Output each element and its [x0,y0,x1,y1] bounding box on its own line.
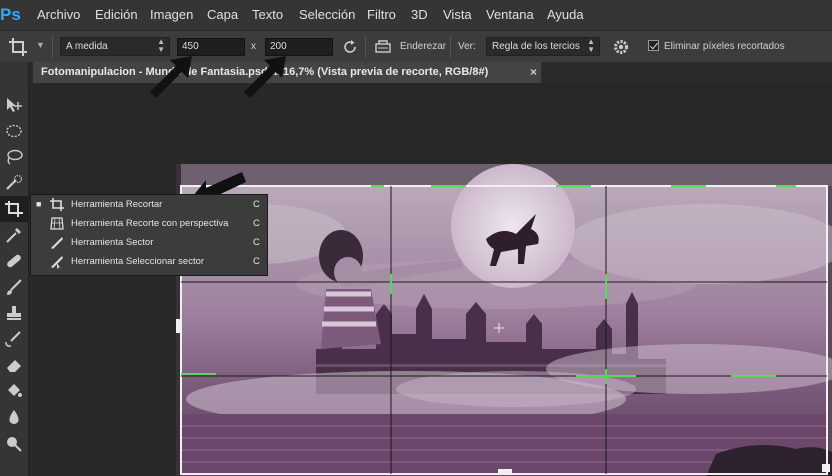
flyout-shortcut: C [253,199,260,210]
annotation-arrow-icon [244,56,286,98]
crop-tool[interactable] [0,196,28,222]
stamp-icon [7,306,21,320]
dodge-icon [7,437,22,452]
menu-3d[interactable]: 3D [411,7,428,22]
perspective-crop-icon [50,217,64,230]
menu-ventana[interactable]: Ventana [486,7,534,22]
menu-vista[interactable]: Vista [443,7,472,22]
tools-panel [0,62,29,476]
quick-select-tool[interactable] [0,170,28,196]
times-symbol: x [251,41,256,52]
dropdown-arrows-icon: ▲ ▼ [587,37,595,54]
menu-edicion[interactable]: Edición [95,7,138,22]
healing-icon [7,254,21,268]
eraser-icon [7,360,21,372]
photoshop-logo: Ps [0,5,21,24]
flyout-label: Herramienta Recortar [71,199,163,210]
slice-icon [51,237,63,249]
annotation-arrow-icon [150,56,192,98]
separator [52,36,53,58]
preset-caret-icon[interactable]: ▼ [36,40,45,50]
selected-bullet: ■ [36,199,42,209]
swap-rotate-icon[interactable] [341,38,359,56]
lasso-tool[interactable] [0,144,28,170]
straighten-icon[interactable] [374,38,392,56]
crop-tool-preset-icon[interactable] [8,37,30,57]
paint-bucket-icon [8,384,22,397]
stamp-tool[interactable] [0,300,28,326]
overlay-dropdown[interactable]: Regla de los tercios ▲ ▼ [486,37,600,56]
view-label: Ver: [458,41,476,52]
eyedropper-icon [6,228,21,243]
flyout-shortcut: C [253,237,260,248]
crop-icon [50,198,64,211]
flyout-item-crop[interactable]: ■ Herramienta Recortar C [31,195,269,214]
menu-seleccion[interactable]: Selección [299,7,355,22]
healing-tool[interactable] [0,248,28,274]
flyout-shortcut: C [253,256,260,267]
flyout-shortcut: C [253,218,260,229]
document-canvas[interactable] [176,164,832,476]
flyout-label: Herramienta Recorte con perspectiva [71,218,229,229]
paint-bucket-tool[interactable] [0,378,28,404]
move-icon [7,98,22,112]
blur-icon [9,410,19,424]
menu-ayuda[interactable]: Ayuda [547,7,584,22]
fantasy-scene-image [176,164,832,476]
close-icon[interactable]: × [530,62,537,83]
flyout-item-slice[interactable]: Herramienta Sector C [31,233,269,252]
menu-imagen[interactable]: Imagen [150,7,193,22]
menu-bar: Ps Archivo Edición Imagen Capa Texto Sel… [0,0,832,30]
brush-tool[interactable] [0,274,28,300]
quick-select-icon [6,174,23,190]
blur-tool[interactable] [0,404,28,430]
menu-archivo[interactable]: Archivo [37,7,80,22]
crop-icon [5,201,23,217]
history-brush-tool[interactable] [0,326,28,352]
brush-icon [7,279,22,295]
separator [365,36,366,58]
marquee-tool[interactable] [0,118,28,144]
menu-texto[interactable]: Texto [252,7,283,22]
eraser-tool[interactable] [0,352,28,378]
delete-cropped-label[interactable]: Eliminar píxeles recortados [664,41,785,52]
history-brush-icon [5,331,21,347]
menu-capa[interactable]: Capa [207,7,238,22]
straighten-label[interactable]: Enderezar [400,41,446,52]
marquee-icon [6,124,22,138]
slice-select-icon [51,256,63,269]
options-bar: ▼ A medida ▲ ▼ 450 x 200 Enderezar Ver: R… [0,30,832,63]
dodge-tool[interactable] [0,430,28,456]
flyout-item-slice-select[interactable]: Herramienta Seleccionar sector C [31,252,269,271]
overlay-value: Regla de los tercios [492,41,580,52]
flyout-label: Herramienta Sector [71,237,154,248]
flyout-label: Herramienta Seleccionar sector [71,256,205,267]
ratio-preset-value: A medida [66,41,108,52]
crop-tool-flyout: ■ Herramienta Recortar C Herramienta Rec… [30,194,268,276]
separator [450,36,451,58]
eyedropper-tool[interactable] [0,222,28,248]
lasso-icon [7,149,23,165]
menu-filtro[interactable]: Filtro [367,7,396,22]
move-tool[interactable] [0,92,28,118]
flyout-item-perspective-crop[interactable]: Herramienta Recorte con perspectiva C [31,214,269,233]
gear-icon[interactable] [612,38,630,56]
delete-cropped-checkbox[interactable] [648,40,659,51]
